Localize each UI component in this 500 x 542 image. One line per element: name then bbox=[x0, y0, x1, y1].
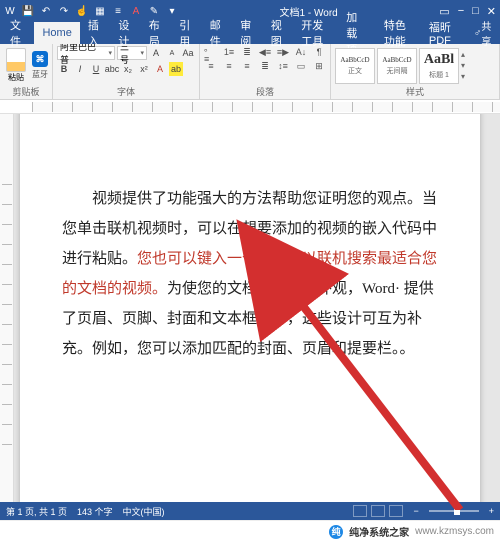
align-left-icon[interactable]: ≡ bbox=[204, 60, 218, 72]
styles-group-label: 样式 bbox=[335, 85, 495, 99]
maximize-icon[interactable]: □ bbox=[472, 5, 479, 18]
ribbon: 粘贴 ⌘ 蓝牙 剪贴板 阿里巴巴普 三号 A A Aa B I U abc x₂ bbox=[0, 44, 500, 100]
document-area: 视频提供了功能强大的方法帮助您证明您的观点。当您单击联机视频时，可以在想要添加的… bbox=[0, 114, 500, 510]
multilevel-icon[interactable]: ≣ bbox=[240, 46, 254, 58]
justify-icon[interactable]: ≣ bbox=[258, 60, 272, 72]
styles-up-icon[interactable]: ▴ bbox=[461, 50, 465, 59]
paragraph-group-label: 段落 bbox=[204, 85, 326, 99]
ribbon-group-paragraph: 。≡ 1≡ ≣ ◀≡ ≡▶ A↓ ¶ ≡ ≡ ≡ ≣ ↕≡ ▭ ⊞ 段落 bbox=[200, 44, 331, 99]
align-right-icon[interactable]: ≡ bbox=[240, 60, 254, 72]
ribbon-options-icon[interactable]: ▭ bbox=[439, 5, 449, 18]
tab-addins[interactable]: 加载项 bbox=[338, 22, 376, 44]
clipboard-group-label: 剪贴板 bbox=[4, 85, 48, 99]
window-controls: ▭ − □ ✕ bbox=[439, 5, 496, 18]
redo-icon[interactable]: ↷ bbox=[58, 5, 70, 17]
watermark-text: 纯净系统之家 bbox=[349, 524, 409, 539]
tab-home[interactable]: Home bbox=[34, 22, 79, 44]
bluetooth-icon[interactable]: ⌘ bbox=[32, 51, 48, 67]
tab-special[interactable]: 特色功能 bbox=[376, 22, 421, 44]
tab-mailings[interactable]: 邮件 bbox=[202, 22, 232, 44]
ribbon-group-font: 阿里巴巴普 三号 A A Aa B I U abc x₂ x² A ab 字体 bbox=[53, 44, 200, 99]
numbering-icon[interactable]: 1≡ bbox=[222, 46, 236, 58]
decrease-indent-icon[interactable]: ◀≡ bbox=[258, 46, 272, 58]
style-heading1[interactable]: AaBl 标题 1 bbox=[419, 48, 459, 84]
watermark-url: www.kzmsys.com bbox=[415, 526, 494, 537]
bluetooth-label: 蓝牙 bbox=[32, 69, 48, 80]
watermark-logo-icon: 纯 bbox=[329, 525, 343, 539]
styles-more-icon[interactable]: ▾ bbox=[461, 72, 465, 81]
tab-view[interactable]: 视图 bbox=[263, 22, 293, 44]
paste-button[interactable]: 粘贴 bbox=[4, 48, 28, 83]
ribbon-group-clipboard: 粘贴 ⌘ 蓝牙 剪贴板 bbox=[0, 44, 53, 99]
horizontal-ruler[interactable] bbox=[0, 100, 500, 114]
align-center-icon[interactable]: ≡ bbox=[222, 60, 236, 72]
share-button[interactable]: ♂ 共享 bbox=[466, 22, 500, 44]
document-body-text[interactable]: 视频提供了功能强大的方法帮助您证明您的观点。当您单击联机视频时，可以在想要添加的… bbox=[62, 184, 438, 364]
tab-review[interactable]: 审阅 bbox=[232, 22, 262, 44]
tab-insert[interactable]: 插入 bbox=[80, 22, 110, 44]
close-icon[interactable]: ✕ bbox=[487, 5, 496, 18]
table-icon[interactable]: ▦ bbox=[94, 5, 106, 17]
more-qat-icon[interactable]: ▾ bbox=[166, 5, 178, 17]
word-count[interactable]: 143 个字 bbox=[77, 505, 113, 518]
minimize-icon[interactable]: − bbox=[458, 5, 464, 18]
shrink-font-icon[interactable]: A bbox=[165, 46, 179, 60]
superscript-icon[interactable]: x² bbox=[137, 62, 151, 76]
status-bar: 第 1 页, 共 1 页 143 个字 中文(中国) − + bbox=[0, 502, 500, 520]
styles-down-icon[interactable]: ▾ bbox=[461, 61, 465, 70]
bullets-icon[interactable]: 。≡ bbox=[204, 46, 218, 58]
tab-layout[interactable]: 布局 bbox=[141, 22, 171, 44]
print-layout-icon[interactable] bbox=[371, 505, 385, 517]
style-no-spacing[interactable]: AaBbCcD 无间隔 bbox=[377, 48, 417, 84]
zoom-slider[interactable] bbox=[429, 510, 479, 512]
font-group-label: 字体 bbox=[57, 85, 195, 99]
tab-references[interactable]: 引用 bbox=[171, 22, 201, 44]
language-indicator[interactable]: 中文(中国) bbox=[123, 505, 165, 518]
undo-icon[interactable]: ↶ bbox=[40, 5, 52, 17]
watermark-bar: 纯 纯净系统之家 www.kzmsys.com bbox=[0, 520, 500, 542]
show-marks-icon[interactable]: ¶ bbox=[312, 46, 326, 58]
zoom-in-button[interactable]: + bbox=[489, 506, 494, 516]
paste-icon bbox=[6, 48, 26, 72]
style-normal[interactable]: AaBbCcD 正文 bbox=[335, 48, 375, 84]
font-color-button[interactable]: A bbox=[153, 62, 167, 76]
web-layout-icon[interactable] bbox=[389, 505, 403, 517]
quick-access-toolbar: W 💾 ↶ ↷ ☝ ▦ ≡ A ✎ ▾ bbox=[4, 5, 178, 17]
zoom-out-button[interactable]: − bbox=[413, 506, 418, 516]
strikethrough-icon[interactable]: abc bbox=[105, 62, 119, 76]
sort-icon[interactable]: A↓ bbox=[294, 46, 308, 58]
align-icon[interactable]: ≡ bbox=[112, 5, 124, 17]
tab-foxit-pdf[interactable]: 福昕PDF bbox=[421, 22, 466, 44]
format-painter-icon[interactable]: ✎ bbox=[148, 5, 160, 17]
borders-icon[interactable]: ⊞ bbox=[312, 60, 326, 72]
touch-mode-icon[interactable]: ☝ bbox=[76, 5, 88, 17]
tab-developer[interactable]: 开发工具 bbox=[293, 22, 338, 44]
shading-icon[interactable]: ▭ bbox=[294, 60, 308, 72]
read-mode-icon[interactable] bbox=[353, 505, 367, 517]
page-indicator[interactable]: 第 1 页, 共 1 页 bbox=[6, 505, 67, 518]
file-tab[interactable]: 文件 bbox=[0, 22, 34, 44]
line-spacing-icon[interactable]: ↕≡ bbox=[276, 60, 290, 72]
font-size-select[interactable]: 三号 bbox=[117, 46, 147, 60]
word-icon: W bbox=[4, 5, 16, 17]
ribbon-tabs: 文件 Home 插入 设计 布局 引用 邮件 审阅 视图 开发工具 加载项 特色… bbox=[0, 22, 500, 44]
ribbon-group-styles: AaBbCcD 正文 AaBbCcD 无间隔 AaBl 标题 1 ▴ ▾ ▾ 样… bbox=[331, 44, 500, 99]
vertical-ruler[interactable] bbox=[0, 114, 14, 510]
grow-font-icon[interactable]: A bbox=[149, 46, 163, 60]
font-name-select[interactable]: 阿里巴巴普 bbox=[57, 46, 115, 60]
document-page[interactable]: 视频提供了功能强大的方法帮助您证明您的观点。当您单击联机视频时，可以在想要添加的… bbox=[20, 114, 480, 510]
tab-design[interactable]: 设计 bbox=[110, 22, 140, 44]
highlight-button[interactable]: ab bbox=[169, 62, 183, 76]
font-color-icon[interactable]: A bbox=[130, 5, 142, 17]
increase-indent-icon[interactable]: ≡▶ bbox=[276, 46, 290, 58]
clear-format-icon[interactable]: Aa bbox=[181, 46, 195, 60]
save-icon[interactable]: 💾 bbox=[22, 5, 34, 17]
